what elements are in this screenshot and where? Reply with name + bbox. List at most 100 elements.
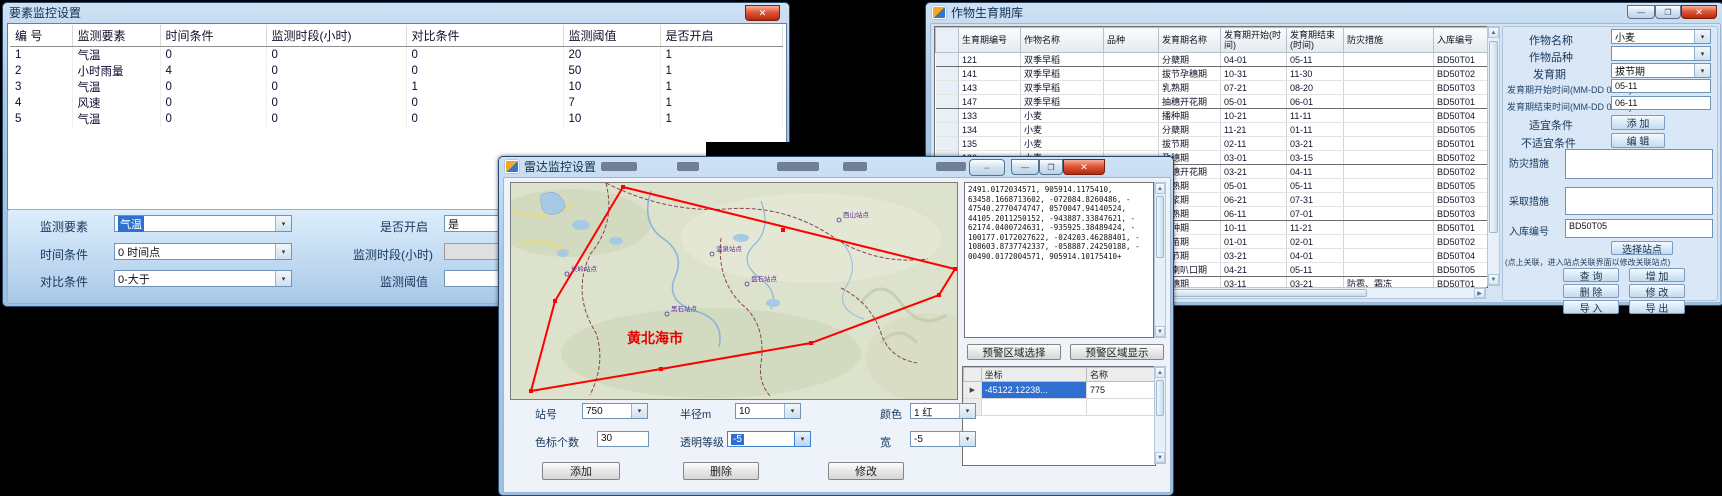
code-input[interactable]: BD50T05 [1565, 219, 1713, 238]
crop-row[interactable]: 121双季早稻分蘖期04-0105-11BD50T01 [936, 53, 1489, 67]
monitor-row[interactable]: 5气温000101 [10, 111, 782, 127]
column-header[interactable]: 发育期名称 [1159, 28, 1221, 53]
column-header[interactable]: 监测阈值 [563, 25, 660, 47]
end-time-input[interactable]: 06-11 [1611, 96, 1711, 110]
scrollbar-thumb[interactable] [1156, 196, 1164, 258]
compare-combo[interactable]: 0-大于 ▾ [114, 270, 292, 287]
column-header[interactable]: 发育期结束(时间) [1287, 28, 1344, 53]
scale-count-input[interactable]: 30 [597, 431, 649, 447]
monitor-row[interactable]: 3气温001101 [10, 79, 782, 95]
area-grid-new-row[interactable]: ✱ [964, 399, 1155, 416]
column-header[interactable]: 作物名称 [1021, 28, 1104, 53]
radius-combo[interactable]: 10 ▾ [735, 403, 801, 419]
coordinates-textbox[interactable]: 2491.0172034571, 905914.1175410, 63458.1… [964, 182, 1154, 338]
scroll-down-icon[interactable]: ▼ [1488, 274, 1499, 285]
row-selector[interactable] [936, 81, 959, 95]
current-row-marker-icon[interactable]: ▶ [964, 382, 982, 399]
measure-textarea[interactable] [1565, 149, 1713, 179]
column-header[interactable]: 生育期编号 [959, 28, 1021, 53]
chevron-down-icon[interactable]: ▾ [784, 404, 800, 418]
chevron-down-icon[interactable]: ▾ [959, 404, 975, 418]
modify-area-button[interactable]: 修改 [828, 462, 904, 480]
unsuitable-edit-button[interactable]: 编 辑 [1611, 133, 1665, 148]
chevron-down-icon[interactable]: ▾ [631, 404, 647, 418]
chevron-down-icon[interactable]: ▾ [275, 216, 291, 231]
column-header[interactable]: 时间条件 [160, 25, 266, 47]
crop-row[interactable]: 133小麦播种期10-2111-11BD50T04 [936, 109, 1489, 123]
chevron-down-icon[interactable]: ▾ [959, 432, 975, 446]
chevron-down-icon[interactable]: ▾ [1694, 30, 1710, 43]
width-combo[interactable]: -5 ▾ [910, 431, 976, 447]
monitor-window-titlebar[interactable]: 要素监控设置 [3, 3, 789, 21]
coord-cell[interactable] [981, 399, 1086, 416]
crop-row[interactable]: 141双季早稻拔节孕穗期10-3111-30BD50T02 [936, 67, 1489, 81]
query-button[interactable]: 查 询 [1563, 268, 1619, 282]
crop-table-vscrollbar[interactable]: ▲ ▼ [1487, 26, 1500, 286]
close-icon[interactable]: ✕ [1063, 159, 1105, 175]
chevron-down-icon[interactable]: ▾ [275, 244, 291, 259]
close-icon[interactable]: ✕ [745, 5, 780, 21]
station-no-combo[interactable]: 750 ▾ [582, 403, 648, 419]
column-header[interactable]: 品种 [1104, 28, 1159, 53]
chevron-down-icon[interactable]: ▾ [1694, 47, 1710, 60]
crop-row[interactable]: 134小麦分蘖期11-2101-11BD50T05 [936, 123, 1489, 137]
area-grid-table[interactable]: 坐标 名称 ▶ -45122.12238... 775 ✱ [963, 367, 1155, 416]
period-combo[interactable]: 拔节期 ▾ [1611, 63, 1711, 78]
column-header[interactable]: 监测时段(小时) [266, 25, 406, 47]
column-header[interactable]: 名称 [1086, 368, 1154, 382]
select-warning-area-button[interactable]: 预警区域选择 [967, 344, 1061, 360]
scrollbar-thumb[interactable] [1489, 41, 1498, 233]
suitable-add-button[interactable]: 添 加 [1611, 115, 1665, 130]
scroll-up-icon[interactable]: ▲ [1155, 367, 1165, 378]
crop-row[interactable]: 135小麦拔节期02-1103-21BD50T01 [936, 137, 1489, 151]
maximize-icon[interactable]: ❒ [1039, 159, 1063, 175]
time-combo[interactable]: 0 时间点 ▾ [114, 243, 292, 260]
row-selector[interactable] [936, 123, 959, 137]
column-header[interactable]: 是否开启 [660, 25, 782, 47]
crop-window-titlebar[interactable]: 作物生育期库 [926, 3, 1722, 21]
scroll-right-icon[interactable]: ▶ [1474, 288, 1485, 298]
row-selector[interactable] [936, 95, 959, 109]
column-header[interactable]: 对比条件 [406, 25, 563, 47]
show-warning-area-button[interactable]: 预警区域显示 [1070, 344, 1164, 360]
monitor-table[interactable]: 编 号监测要素时间条件监测时段(小时)对比条件监测阈值是否开启1气温000201… [10, 25, 783, 127]
area-grid-vscrollbar[interactable]: ▲ ▼ [1154, 366, 1166, 464]
delete-button[interactable]: 删 除 [1563, 284, 1619, 298]
modify-button[interactable]: 修 改 [1629, 284, 1685, 298]
action-textarea[interactable] [1565, 187, 1713, 215]
scroll-down-icon[interactable]: ▼ [1155, 452, 1165, 463]
scrollbar-thumb[interactable] [1156, 380, 1164, 416]
import-button[interactable]: 导 入 [1563, 300, 1619, 314]
column-header[interactable]: 坐标 [981, 368, 1086, 382]
column-header[interactable]: 监测要素 [72, 25, 160, 47]
close-icon[interactable]: ✕ [1681, 5, 1717, 19]
add-button[interactable]: 增 加 [1629, 268, 1685, 282]
maximize-icon[interactable]: ❒ [1655, 5, 1681, 19]
row-selector[interactable] [936, 109, 959, 123]
row-selector[interactable] [936, 137, 959, 151]
element-combo[interactable]: 气温 ▾ [114, 215, 292, 232]
row-selector[interactable] [936, 53, 959, 67]
column-header[interactable]: 发育期开始(时间) [1221, 28, 1287, 53]
map-canvas[interactable]: 黄北海市 长岭站点温泉站点黑石站点西山站点盘石站点 [510, 182, 958, 400]
column-header[interactable]: 编 号 [10, 25, 72, 47]
monitor-row[interactable]: 4风速00071 [10, 95, 782, 111]
coord-cell[interactable]: -45122.12238... [981, 382, 1086, 399]
alpha-combo[interactable]: -5 ▾ [727, 431, 811, 447]
delete-area-button[interactable]: 删除 [683, 462, 759, 480]
column-header[interactable]: 入库编号 [1434, 28, 1489, 53]
scroll-up-icon[interactable]: ▲ [1155, 183, 1165, 194]
resize-icon[interactable]: ⇔ [969, 159, 1005, 176]
crop-row[interactable]: 143双季早稻乳熟期07-2108-20BD50T03 [936, 81, 1489, 95]
color-combo[interactable]: 1 红 ▾ [910, 403, 976, 419]
name-cell[interactable] [1086, 399, 1154, 416]
variety-combo[interactable]: ▾ [1611, 46, 1711, 61]
add-area-button[interactable]: 添加 [542, 462, 620, 480]
coordinates-vscrollbar[interactable]: ▲ ▼ [1154, 182, 1166, 338]
chevron-down-icon[interactable]: ▾ [275, 271, 291, 286]
minimize-icon[interactable]: — [1011, 159, 1039, 175]
crop-name-combo[interactable]: 小麦 ▾ [1611, 29, 1711, 44]
scroll-down-icon[interactable]: ▼ [1155, 326, 1165, 337]
start-time-input[interactable]: 05-11 [1611, 79, 1711, 93]
area-grid-row[interactable]: ▶ -45122.12238... 775 [964, 382, 1155, 399]
